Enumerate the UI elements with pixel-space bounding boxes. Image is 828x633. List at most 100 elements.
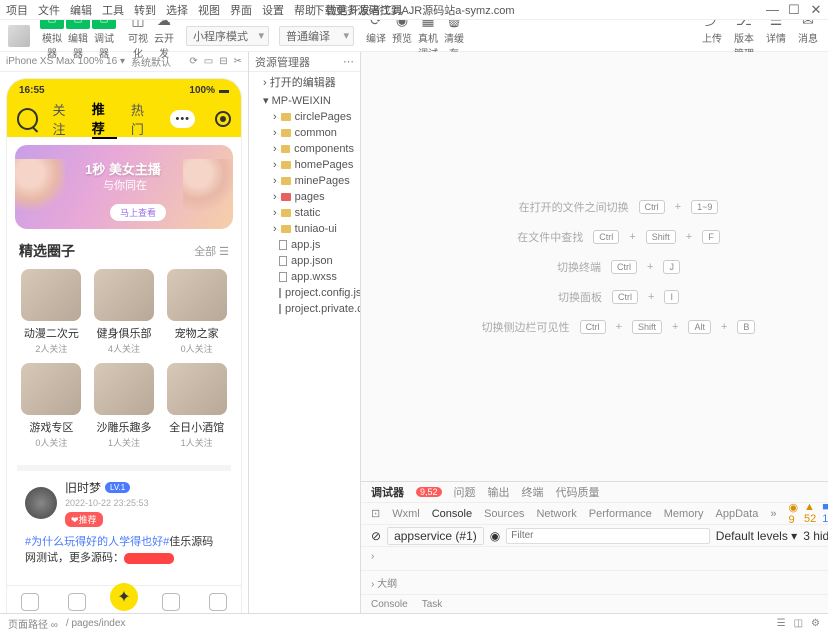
drawer-console[interactable]: Console bbox=[371, 599, 408, 610]
folder-item[interactable]: › static bbox=[249, 205, 360, 221]
nav-mine[interactable]: 我的 bbox=[194, 586, 241, 613]
folder-item[interactable]: › homePages bbox=[249, 157, 360, 173]
more-button[interactable]: ••• bbox=[170, 110, 195, 128]
tab-recommend[interactable]: 推荐 bbox=[92, 99, 117, 139]
menu-item[interactable]: 项目 bbox=[6, 2, 28, 18]
device-select[interactable]: iPhone XS Max 100% 16 ▾ bbox=[6, 56, 125, 67]
editor-panel: 在打开的文件之间切换Ctrl + 1~9在文件中查找Ctrl + Shift +… bbox=[361, 52, 828, 613]
circle-card[interactable]: 健身俱乐部4人关注 bbox=[92, 269, 157, 355]
tab-terminal[interactable]: 终端 bbox=[522, 484, 544, 500]
clear-icon[interactable]: ⊘ bbox=[371, 529, 381, 543]
status-icon[interactable]: ⚙ bbox=[811, 618, 820, 629]
close-button[interactable]: ✕ bbox=[810, 2, 822, 18]
tab-follow[interactable]: 关注 bbox=[52, 100, 77, 138]
menu-item[interactable]: 工具 bbox=[102, 2, 124, 18]
circle-card[interactable]: 宠物之家0人关注 bbox=[164, 269, 229, 355]
tab-console[interactable]: Console bbox=[432, 508, 472, 520]
folder-item[interactable]: › tuniao-ui bbox=[249, 221, 360, 237]
file-icon bbox=[279, 304, 281, 314]
file-icon bbox=[279, 256, 287, 266]
menu-item[interactable]: 文件 bbox=[38, 2, 60, 18]
maximize-button[interactable]: ☐ bbox=[788, 2, 800, 18]
filter-input[interactable] bbox=[506, 528, 710, 544]
drawer-task[interactable]: Task bbox=[422, 599, 443, 610]
user-avatar[interactable] bbox=[8, 25, 30, 47]
sim-tool-icon[interactable]: ▭ bbox=[204, 56, 213, 67]
nav-publish[interactable]: ✦发布 bbox=[101, 586, 148, 613]
folder-item[interactable]: › components bbox=[249, 141, 360, 157]
sim-tool-icon[interactable]: ✂ bbox=[234, 56, 242, 67]
circle-card[interactable]: 全日小酒馆1人关注 bbox=[164, 363, 229, 449]
warn-count[interactable]: ▲ 52 bbox=[804, 501, 816, 526]
menu-item[interactable]: 编辑 bbox=[70, 2, 92, 18]
file-item[interactable]: project.config.json bbox=[249, 285, 360, 301]
tab-network[interactable]: Network bbox=[536, 508, 576, 520]
tab-sources[interactable]: Sources bbox=[484, 508, 524, 520]
hidden-count[interactable]: 3 hidden bbox=[803, 529, 828, 543]
clock: 16:55 bbox=[19, 85, 45, 96]
open-editors[interactable]: › 打开的编辑器 bbox=[249, 72, 360, 92]
file-item[interactable]: app.json bbox=[249, 253, 360, 269]
tab-performance[interactable]: Performance bbox=[589, 508, 652, 520]
menu-item[interactable]: 转到 bbox=[134, 2, 156, 18]
folder-item[interactable]: › pages bbox=[249, 189, 360, 205]
nav-home[interactable]: 首页 bbox=[7, 586, 54, 613]
info-count[interactable]: ■ 10 bbox=[822, 501, 828, 526]
post-hashtag[interactable]: #为什么玩得好的人学得也好# bbox=[25, 536, 169, 548]
key-badge: I bbox=[664, 290, 679, 304]
sim-tool-icon[interactable]: ⟳ bbox=[189, 56, 197, 67]
file-item[interactable]: app.wxss bbox=[249, 269, 360, 285]
inspect-icon[interactable]: ⊡ bbox=[371, 507, 380, 520]
menu-item[interactable]: 设置 bbox=[262, 2, 284, 18]
post-card[interactable]: 旧时梦LV.1 2022-10-22 23:25:53 ❤推荐 #为什么玩得好的… bbox=[17, 465, 231, 573]
capsule-icon[interactable] bbox=[215, 111, 231, 127]
card-title: 游戏专区 bbox=[19, 419, 84, 435]
sim-tool-icon[interactable]: ⊟ bbox=[219, 56, 227, 67]
tab-more[interactable]: » bbox=[770, 508, 776, 520]
menu-item[interactable]: 选择 bbox=[166, 2, 188, 18]
tab-quality[interactable]: 代码质量 bbox=[556, 484, 600, 500]
page-path[interactable]: / pages/index bbox=[66, 618, 126, 629]
circle-card[interactable]: 游戏专区0人关注 bbox=[19, 363, 84, 449]
folder-item[interactable]: › minePages bbox=[249, 173, 360, 189]
menu-item[interactable]: 视图 bbox=[198, 2, 220, 18]
outline-section[interactable]: › 大纲 bbox=[361, 571, 828, 595]
status-icon[interactable]: ☰ bbox=[777, 618, 786, 629]
project-root[interactable]: ▾ MP-WEIXIN bbox=[249, 92, 360, 109]
tab-problems[interactable]: 问题 bbox=[454, 484, 476, 500]
eye-icon[interactable]: ◉ bbox=[490, 529, 500, 543]
post-avatar[interactable] bbox=[25, 487, 57, 519]
font-select[interactable]: 系统默认 bbox=[131, 54, 171, 69]
publish-icon: ✦ bbox=[110, 583, 138, 611]
tab-appdata[interactable]: AppData bbox=[716, 508, 759, 520]
folder-item[interactable]: › circlePages bbox=[249, 109, 360, 125]
menu-item[interactable]: 界面 bbox=[230, 2, 252, 18]
see-all[interactable]: 全部 ☰ bbox=[194, 243, 229, 259]
error-count[interactable]: ◉ 9 bbox=[788, 501, 798, 526]
circle-card[interactable]: 动漫二次元2人关注 bbox=[19, 269, 84, 355]
banner[interactable]: 1秒 美女主播 与你同在 马上查看 bbox=[15, 145, 233, 229]
status-icon[interactable]: ◫ bbox=[794, 618, 803, 629]
minimize-button[interactable]: — bbox=[766, 2, 778, 18]
nav-plaza[interactable]: 广场 bbox=[54, 586, 101, 613]
search-icon[interactable] bbox=[17, 108, 38, 130]
compile-dropdown[interactable]: 普通编译 bbox=[279, 26, 354, 46]
hint-label: 切换终端 bbox=[557, 259, 601, 275]
tab-debugger[interactable]: 调试器 bbox=[371, 484, 404, 500]
tab-memory[interactable]: Memory bbox=[664, 508, 704, 520]
folder-item[interactable]: › common bbox=[249, 125, 360, 141]
tab-wxml[interactable]: Wxml bbox=[392, 508, 420, 520]
card-title: 动漫二次元 bbox=[19, 325, 84, 341]
console-prompt[interactable]: › bbox=[371, 551, 374, 562]
circle-card[interactable]: 沙雕乐趣多1人关注 bbox=[92, 363, 157, 449]
file-item[interactable]: app.js bbox=[249, 237, 360, 253]
tab-output[interactable]: 输出 bbox=[488, 484, 510, 500]
level-dropdown[interactable]: Default levels ▾ bbox=[716, 529, 797, 543]
more-icon[interactable]: ⋯ bbox=[343, 55, 354, 68]
file-item[interactable]: project.private.config.js... bbox=[249, 301, 360, 317]
tab-hot[interactable]: 热门 bbox=[131, 100, 156, 138]
banner-cta[interactable]: 马上查看 bbox=[110, 204, 166, 221]
nav-activity[interactable]: 活动 bbox=[147, 586, 194, 613]
mode-dropdown[interactable]: 小程序模式 bbox=[186, 26, 269, 46]
context-filter[interactable]: appservice (#1) bbox=[387, 527, 484, 545]
